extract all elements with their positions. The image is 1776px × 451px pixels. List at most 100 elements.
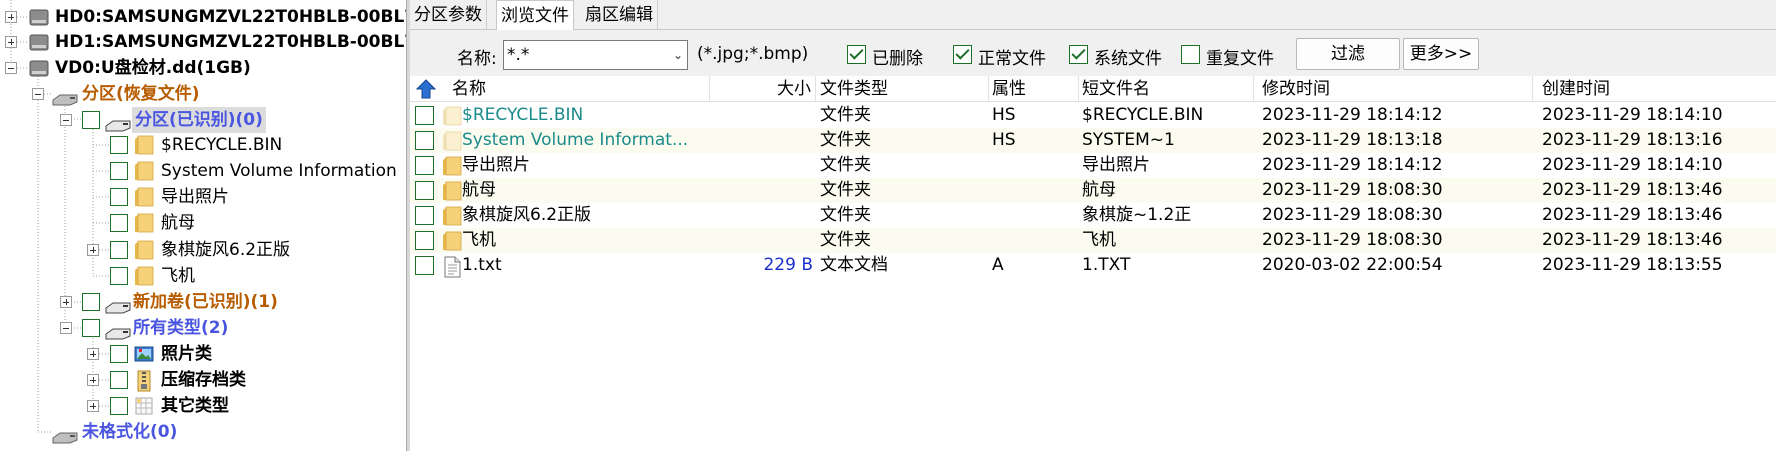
tree-label: 所有类型(2) — [133, 318, 229, 338]
cell-name: 航母 — [462, 180, 496, 200]
name-filter-input[interactable] — [503, 40, 688, 70]
tree-checkbox[interactable] — [82, 319, 100, 337]
row-checkbox[interactable] — [415, 256, 434, 275]
folder-icon — [134, 240, 154, 268]
row-checkbox[interactable] — [415, 231, 434, 250]
chevron-down-icon[interactable]: ⌄ — [668, 40, 688, 70]
photo-icon — [134, 344, 154, 372]
collapse-icon[interactable] — [60, 114, 72, 126]
cell-type: 文件夹 — [820, 205, 871, 225]
file-list-header: 名称 大小 文件类型 属性 短文件名 修改时间 创建时间 — [410, 76, 1776, 102]
column-header-name[interactable]: 名称 — [450, 76, 710, 102]
up-folder-icon[interactable] — [415, 79, 437, 104]
deleted-checkbox[interactable] — [847, 45, 866, 64]
cell-short: 飞机 — [1082, 230, 1116, 250]
tree-checkbox[interactable] — [82, 293, 100, 311]
row-checkbox[interactable] — [415, 131, 434, 150]
cell-type: 文件夹 — [820, 180, 871, 200]
column-header-short-name[interactable]: 短文件名 — [1079, 76, 1254, 102]
expand-icon[interactable] — [87, 244, 99, 256]
table-row[interactable]: System Volume Informat... 文件夹 HS SYSTEM~1 20… — [410, 128, 1776, 153]
table-row[interactable]: 导出照片 文件夹 导出照片 2023-11-29 18:14:12 2023-11-29… — [410, 153, 1776, 178]
cell-attr: HS — [992, 130, 1016, 150]
cell-size — [710, 228, 813, 253]
expand-icon[interactable] — [5, 36, 17, 48]
hard-disk-icon — [28, 60, 50, 86]
tree-checkbox[interactable] — [110, 188, 128, 206]
tab-browse-files[interactable]: 浏览文件 — [496, 0, 574, 31]
cell-modified: 2023-11-29 18:13:18 — [1262, 130, 1443, 150]
tree-label: 未格式化(0) — [82, 422, 178, 442]
column-header-modified[interactable]: 修改时间 — [1254, 76, 1533, 102]
tree-checkbox[interactable] — [110, 162, 128, 180]
column-header-size[interactable]: 大小 — [710, 76, 816, 102]
cell-created: 2023-11-29 18:13:46 — [1542, 180, 1723, 200]
more-button[interactable]: 更多>> — [1403, 38, 1479, 70]
tree-checkbox[interactable] — [110, 267, 128, 285]
cell-short: SYSTEM~1 — [1082, 130, 1175, 150]
deleted-label: 已删除 — [872, 49, 923, 69]
duplicate-files-checkbox[interactable] — [1181, 45, 1200, 64]
cell-created: 2023-11-29 18:13:46 — [1542, 230, 1723, 250]
tree-checkbox[interactable] — [110, 397, 128, 415]
disk-tree-panel: HD0:SAMSUNGMZVL22T0HBLB-00BL7 HD1:SAMSUN… — [0, 0, 406, 451]
collapse-icon[interactable] — [5, 62, 17, 74]
collapse-icon[interactable] — [32, 88, 44, 100]
folder-icon — [134, 187, 154, 215]
row-checkbox[interactable] — [415, 206, 434, 225]
partition-icon — [52, 88, 78, 114]
tree-checkbox[interactable] — [110, 214, 128, 232]
folder-icon — [134, 213, 154, 241]
expand-icon[interactable] — [60, 296, 72, 308]
table-row[interactable]: 1.txt 229 B 文本文档 A 1.TXT 2020-03-02 22:00:54 2… — [410, 253, 1776, 278]
column-header-created[interactable]: 创建时间 — [1533, 76, 1776, 102]
tab-partition-params[interactable]: 分区参数 — [410, 0, 487, 30]
cell-created: 2023-11-29 18:13:16 — [1542, 130, 1723, 150]
table-row[interactable]: $RECYCLE.BIN 文件夹 HS $RECYCLE.BIN 2023-11-29 … — [410, 103, 1776, 128]
disk-label: HD1:SAMSUNGMZVL22T0HBLB-00BL7 — [55, 32, 406, 52]
name-filter-label: 名称: — [457, 49, 497, 69]
cell-short: 导出照片 — [1082, 155, 1150, 175]
cell-size — [710, 203, 813, 228]
cell-created: 2023-11-29 18:14:10 — [1542, 155, 1723, 175]
cell-attr — [989, 228, 1077, 253]
tree-label: 飞机 — [161, 266, 195, 286]
tab-bar: 分区参数 浏览文件 扇区编辑 — [410, 0, 1776, 31]
cell-name: System Volume Informat... — [462, 130, 689, 150]
collapse-icon[interactable] — [60, 322, 72, 334]
column-header-type[interactable]: 文件类型 — [816, 76, 989, 102]
expand-icon[interactable] — [87, 374, 99, 386]
row-checkbox[interactable] — [415, 181, 434, 200]
text-file-icon — [442, 256, 462, 286]
cell-modified: 2020-03-02 22:00:54 — [1262, 255, 1443, 275]
disk-label: VD0:U盘检材.dd(1GB) — [55, 58, 251, 78]
table-row[interactable]: 飞机 文件夹 飞机 2023-11-29 18:08:30 2023-11-29 18:… — [410, 228, 1776, 253]
tree-checkbox[interactable] — [110, 371, 128, 389]
column-header-attr[interactable]: 属性 — [989, 76, 1079, 102]
diskgenius-window: HD0:SAMSUNGMZVL22T0HBLB-00BL7 HD1:SAMSUN… — [0, 0, 1776, 451]
normal-files-label: 正常文件 — [978, 49, 1046, 69]
row-checkbox[interactable] — [415, 156, 434, 175]
cell-size — [710, 128, 813, 153]
row-checkbox[interactable] — [415, 106, 434, 125]
system-files-checkbox[interactable] — [1069, 45, 1088, 64]
duplicate-files-label: 重复文件 — [1206, 49, 1274, 69]
expand-icon[interactable] — [87, 400, 99, 412]
tab-sector-edit[interactable]: 扇区编辑 — [581, 0, 658, 30]
cell-attr — [989, 203, 1077, 228]
tree-checkbox[interactable] — [82, 111, 100, 129]
right-pane: 分区参数 浏览文件 扇区编辑 名称: ⌄ (*.jpg;*.bmp) 已删除 正… — [410, 0, 1776, 451]
cell-attr — [989, 153, 1077, 178]
filter-button[interactable]: 过滤 — [1296, 38, 1400, 70]
hard-disk-icon — [28, 34, 50, 60]
normal-files-checkbox[interactable] — [953, 45, 972, 64]
table-row[interactable]: 航母 文件夹 航母 2023-11-29 18:08:30 2023-11-29 18:… — [410, 178, 1776, 203]
tree-checkbox[interactable] — [110, 345, 128, 363]
folder-icon — [134, 161, 154, 189]
table-row[interactable]: 象棋旋风6.2正版 文件夹 象棋旋~1.2正 2023-11-29 18:08:30 2… — [410, 203, 1776, 228]
tree-checkbox[interactable] — [110, 241, 128, 259]
tree-checkbox[interactable] — [110, 136, 128, 154]
cell-modified: 2023-11-29 18:08:30 — [1262, 230, 1443, 250]
expand-icon[interactable] — [5, 11, 17, 23]
expand-icon[interactable] — [87, 348, 99, 360]
